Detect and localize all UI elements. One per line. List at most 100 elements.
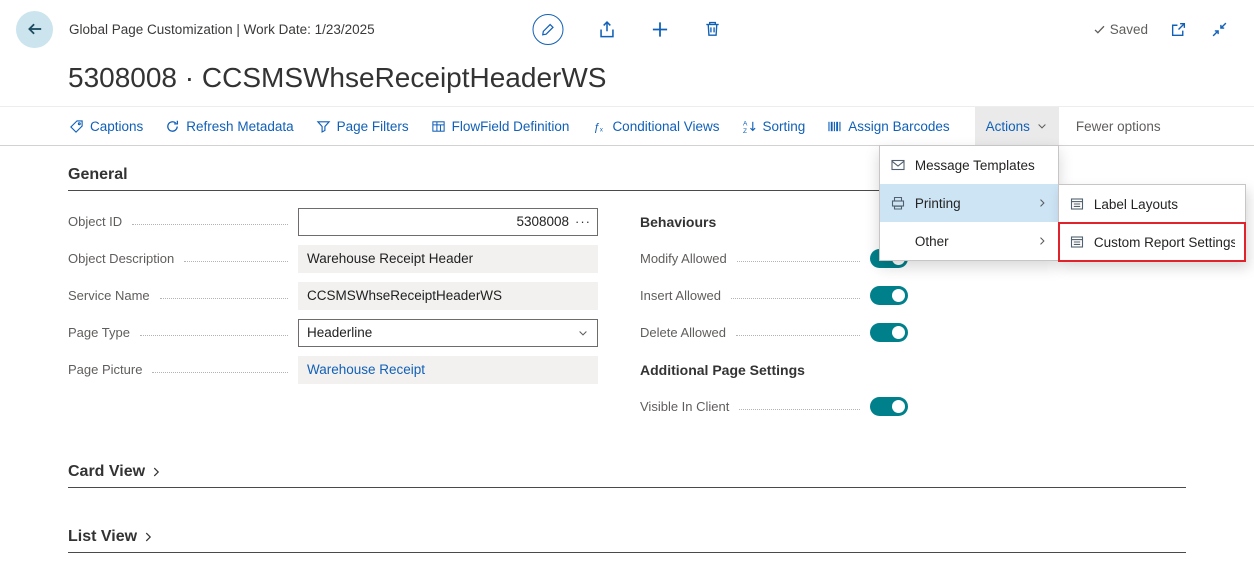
- page-type-select[interactable]: Headerline: [298, 319, 598, 347]
- behaviours-column: Behaviours Modify Allowed Insert Allowed…: [640, 203, 908, 425]
- toggle-row-delete-allowed: Delete Allowed: [640, 314, 908, 351]
- add-button[interactable]: [649, 18, 672, 41]
- field-row-page-type: Page Type Headerline: [68, 314, 598, 351]
- toggle-label: Insert Allowed: [640, 288, 721, 303]
- menu-item-message-templates[interactable]: Message Templates: [880, 146, 1058, 184]
- toolbar-fewer-options[interactable]: Fewer options: [1065, 107, 1172, 145]
- delete-allowed-toggle[interactable]: [870, 323, 908, 342]
- menu-item-label: Printing: [915, 196, 961, 211]
- menu-item-other[interactable]: Other: [880, 222, 1058, 260]
- chevron-right-icon: [1036, 235, 1048, 247]
- svg-text:Z: Z: [742, 128, 746, 134]
- dotted-leader: [737, 261, 860, 262]
- service-name-field: CCSMSWhseReceiptHeaderWS: [298, 282, 598, 310]
- menu-item-label-layouts[interactable]: Label Layouts: [1059, 185, 1245, 223]
- behaviours-header-row: Behaviours: [640, 203, 908, 240]
- object-id-value: 5308008: [307, 214, 569, 229]
- actions-dropdown-menu: Message Templates Printing: [879, 145, 1059, 261]
- object-id-field[interactable]: 5308008 ···: [298, 208, 598, 236]
- check-icon: [1093, 23, 1106, 36]
- svg-text:ƒ: ƒ: [594, 121, 600, 133]
- toolbar-conditional-views[interactable]: ƒx Conditional Views: [580, 107, 730, 145]
- app-window: Global Page Customization | Work Date: 1…: [0, 0, 1254, 581]
- sort-az-icon: AZ: [742, 119, 757, 134]
- toggle-row-insert-allowed: Insert Allowed: [640, 277, 908, 314]
- chevron-right-icon: [141, 530, 155, 544]
- dotted-leader: [184, 261, 288, 262]
- section-title: List View: [68, 528, 137, 546]
- toolbar-refresh-label: Refresh Metadata: [186, 119, 293, 134]
- page-picture-field: Warehouse Receipt: [298, 356, 598, 384]
- field-row-service-name: Service Name CCSMSWhseReceiptHeaderWS: [68, 277, 598, 314]
- behaviours-title: Behaviours: [640, 214, 716, 230]
- svg-text:A: A: [742, 120, 747, 127]
- back-arrow-icon: [26, 20, 44, 38]
- chevron-down-icon: [577, 327, 589, 339]
- dotted-leader: [736, 335, 860, 336]
- chevron-right-icon: [1036, 197, 1048, 209]
- chevron-right-icon: [149, 465, 163, 479]
- toggle-label: Visible In Client: [640, 399, 729, 414]
- toggle-label: Delete Allowed: [640, 325, 726, 340]
- section-title: Card View: [68, 463, 145, 481]
- barcode-icon: [827, 119, 842, 134]
- edit-button[interactable]: [531, 12, 566, 47]
- open-in-new-window-button[interactable]: [1168, 19, 1189, 40]
- toolbar-flowfield-definition[interactable]: FlowField Definition: [420, 107, 581, 145]
- field-label: Page Picture: [68, 362, 142, 377]
- toolbar-actions-menu-button[interactable]: Actions Message Templates Printing: [975, 107, 1059, 145]
- label-layouts-icon: [1069, 196, 1085, 212]
- flowfield-grid-icon: [431, 119, 446, 134]
- page-picture-link[interactable]: Warehouse Receipt: [307, 362, 425, 377]
- visible-in-client-toggle[interactable]: [870, 397, 908, 416]
- filter-icon: [316, 119, 331, 134]
- toolbar-assign-barcodes[interactable]: Assign Barcodes: [816, 107, 960, 145]
- insert-allowed-toggle[interactable]: [870, 286, 908, 305]
- toolbar-page-filters-label: Page Filters: [337, 119, 409, 134]
- function-icon: ƒx: [591, 119, 606, 134]
- pencil-icon: [533, 14, 564, 45]
- header-right-actions: Saved: [1093, 19, 1230, 40]
- toggle-label: Modify Allowed: [640, 251, 727, 266]
- toolbar-captions[interactable]: Captions: [58, 107, 154, 145]
- dotted-leader: [140, 335, 288, 336]
- toolbar-captions-label: Captions: [90, 119, 143, 134]
- captions-icon: [69, 119, 84, 134]
- menu-item-label: Custom Report Settings: [1094, 235, 1235, 250]
- assist-edit-button[interactable]: ···: [569, 214, 597, 229]
- object-description-field: Warehouse Receipt Header: [298, 245, 598, 273]
- dotted-leader: [132, 224, 288, 225]
- minimize-button[interactable]: [1209, 19, 1230, 40]
- section-header-list-view[interactable]: List View: [68, 528, 1186, 553]
- section-title: General: [68, 166, 128, 184]
- message-templates-icon: [890, 157, 906, 173]
- share-button[interactable]: [596, 18, 619, 41]
- section-header-card-view[interactable]: Card View: [68, 463, 1186, 488]
- dotted-leader: [731, 298, 860, 299]
- breadcrumb: Global Page Customization | Work Date: 1…: [69, 22, 375, 37]
- toolbar-refresh-metadata[interactable]: Refresh Metadata: [154, 107, 304, 145]
- delete-button[interactable]: [702, 18, 724, 40]
- page-title: 5308008 · CCSMSWhseReceiptHeaderWS: [68, 62, 1254, 94]
- back-button[interactable]: [16, 11, 53, 48]
- custom-report-settings-icon: [1069, 234, 1085, 250]
- additional-settings-header-row: Additional Page Settings: [640, 351, 908, 388]
- save-status: Saved: [1093, 22, 1148, 37]
- open-in-new-window-icon: [1170, 21, 1187, 38]
- plus-icon: [651, 20, 670, 39]
- toolbar-assign-barcodes-label: Assign Barcodes: [848, 119, 949, 134]
- toolbar-sorting[interactable]: AZ Sorting: [731, 107, 817, 145]
- toolbar-fewer-options-label: Fewer options: [1076, 119, 1161, 134]
- field-label: Object ID: [68, 214, 122, 229]
- menu-item-custom-report-settings[interactable]: Custom Report Settings: [1059, 223, 1245, 261]
- page-type-value: Headerline: [307, 325, 372, 340]
- save-status-label: Saved: [1110, 22, 1148, 37]
- dotted-leader: [160, 298, 288, 299]
- toolbar-page-filters[interactable]: Page Filters: [305, 107, 420, 145]
- trash-icon: [704, 20, 722, 38]
- top-header: Global Page Customization | Work Date: 1…: [0, 0, 1254, 58]
- menu-item-printing[interactable]: Printing Label Layouts: [880, 184, 1058, 222]
- service-name-value: CCSMSWhseReceiptHeaderWS: [307, 288, 502, 303]
- svg-text:x: x: [600, 126, 603, 133]
- fields-column: Object ID 5308008 ··· Object Description…: [68, 203, 598, 425]
